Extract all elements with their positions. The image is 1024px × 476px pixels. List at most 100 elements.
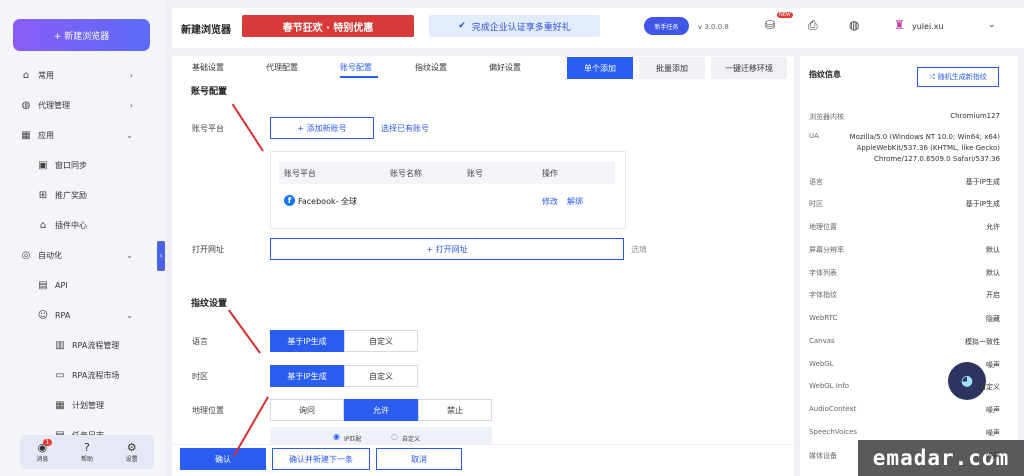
sidebar-item-11[interactable]: ▦ 计划管理 xyxy=(0,395,150,415)
platform-label: 账号平台 xyxy=(192,124,224,133)
chevron-icon: › xyxy=(129,70,133,80)
fingerprint-key: WebGL Info xyxy=(809,382,850,390)
sidebar-item-label: 推广奖励 xyxy=(55,190,87,200)
open-url-button[interactable]: + 打开网址 xyxy=(270,238,624,260)
settings-button[interactable]: ⚙ 设置 xyxy=(125,440,138,463)
bottom-label: 消息 xyxy=(36,455,49,463)
radio-ip-match[interactable]: ◉ xyxy=(333,432,340,441)
help-button[interactable]: ? 帮助 xyxy=(80,440,93,463)
sidebar-item-2[interactable]: ▦ 应用 ⌄ xyxy=(0,125,150,145)
message-button[interactable]: ◉ 1 消息 xyxy=(36,438,53,463)
sidebar-item-label: 计划管理 xyxy=(72,400,104,410)
radio-custom[interactable]: ○ xyxy=(391,432,398,441)
timezone-label: 时区 xyxy=(192,372,208,381)
promo-banner-enterprise[interactable]: ✔ 完成企业认证享多重好礼 xyxy=(429,15,600,37)
settings-icon: ⚙ xyxy=(126,440,137,454)
geo-ask-option[interactable]: 询问 xyxy=(270,399,344,421)
avatar[interactable]: ♜ xyxy=(894,18,905,32)
language-custom-option[interactable]: 自定义 xyxy=(344,330,418,352)
sidebar-item-label: RPA流程市场 xyxy=(72,370,120,380)
sidebar-item-8[interactable]: ☺ RPA ⌄ xyxy=(0,305,150,325)
new-badge: NEW xyxy=(777,12,793,18)
cancel-button[interactable]: 取消 xyxy=(376,448,462,470)
sidebar-item-3[interactable]: ▣ 窗口同步 xyxy=(0,155,150,175)
flow-manage-icon: ▥ xyxy=(55,339,65,351)
open-url-label: 打开网址 xyxy=(192,245,224,254)
sidebar-item-10[interactable]: ▭ RPA流程市场 xyxy=(0,365,150,385)
confirm-and-new-button[interactable]: 确认并新建下一条 xyxy=(272,448,370,470)
fingerprint-key: SpeechVoices xyxy=(809,428,858,436)
sidebar-item-label: RPA xyxy=(55,310,71,320)
fingerprint-key: Canvas xyxy=(809,337,835,345)
sidebar-bottom-bar: ◉ 1 消息? 帮助 ⚙ 设置 xyxy=(20,435,154,469)
header-account-name: 账号名称 xyxy=(390,169,422,178)
table-header xyxy=(279,162,615,184)
select-existing-account-link[interactable]: 选择已有账号 xyxy=(381,123,429,134)
window-sync-icon: ▣ xyxy=(38,159,48,171)
fingerprint-value: 基于IP生成 xyxy=(965,178,1000,186)
plan-icon: ▦ xyxy=(55,399,65,411)
tab-3[interactable]: 指纹设置 xyxy=(415,62,447,73)
tab-2[interactable]: 账号配置 xyxy=(340,62,372,73)
edit-account-link[interactable]: 修改 xyxy=(542,196,558,207)
globe-icon: ◍ xyxy=(21,99,31,111)
chevron-icon: ⌄ xyxy=(126,310,133,320)
chevron-down-icon[interactable]: ⌄ xyxy=(988,20,996,30)
fingerprint-key: 浏览器内核 xyxy=(809,113,844,121)
sidebar-item-1[interactable]: ◍ 代理管理 › xyxy=(0,95,150,115)
bottom-label: 设置 xyxy=(125,455,138,463)
facebook-icon: f xyxy=(284,195,295,206)
document-icon[interactable]: ⎙ xyxy=(808,18,818,33)
tab-1[interactable]: 代理配置 xyxy=(266,62,298,73)
sidebar: + 新建浏览器 ⌂ 常用 › ◍ 代理管理 › ▦ 应用 ⌄ ▣ 窗口同步 ⊞ 推广奖励 ⌂ 插件中心 ◎ 自动… xyxy=(0,0,165,476)
confirm-button[interactable]: 确认 xyxy=(180,448,266,470)
add-mode-2[interactable]: 一键迁移环境 xyxy=(711,57,787,79)
grid-icon: ▦ xyxy=(21,129,31,141)
fingerprint-value: 模拟一致性 xyxy=(965,338,1000,346)
sidebar-item-label: 窗口同步 xyxy=(55,160,87,170)
sidebar-item-5[interactable]: ⌂ 插件中心 xyxy=(0,215,150,235)
fingerprint-key: UA xyxy=(809,132,819,140)
geo-block-option[interactable]: 禁止 xyxy=(418,399,492,421)
promo-banner-festival[interactable]: 春节狂欢 · 特别优惠 xyxy=(242,15,414,37)
api-icon: ▤ xyxy=(38,279,48,291)
timezone-custom-option[interactable]: 自定义 xyxy=(344,365,418,387)
gift-icon[interactable]: ⛁ xyxy=(765,18,775,32)
random-fingerprint-button[interactable]: ⤮ 随机生成新指纹 xyxy=(917,67,999,87)
geo-allow-option[interactable]: 允许 xyxy=(344,399,418,421)
fingerprint-value: Mozilla/5.0 (Windows NT 10.0; Win64; x64… xyxy=(849,133,1000,163)
unbind-account-link[interactable]: 解绑 xyxy=(567,196,583,207)
sidebar-item-0[interactable]: ⌂ 常用 › xyxy=(0,65,150,85)
sidebar-item-label: 自动化 xyxy=(38,250,62,260)
newbie-task-badge[interactable]: 新手任务 xyxy=(644,17,689,35)
sidebar-item-9[interactable]: ▥ RPA流程管理 xyxy=(0,335,150,355)
sidebar-item-4[interactable]: ⊞ 推广奖励 xyxy=(0,185,150,205)
promo-banner-enterprise-text: 完成企业认证享多重好礼 xyxy=(471,22,571,33)
sidebar-item-7[interactable]: ▤ API xyxy=(0,275,150,295)
market-icon: ▭ xyxy=(55,369,65,381)
robot-icon: ☺ xyxy=(37,309,49,321)
fingerprint-value: 噪声 xyxy=(986,361,1000,369)
add-account-button[interactable]: + 添加新账号 xyxy=(270,117,374,139)
fingerprint-key: AudioContext xyxy=(809,405,857,413)
new-browser-button[interactable]: + 新建浏览器 xyxy=(13,19,150,51)
tab-0[interactable]: 基础设置 xyxy=(192,62,224,73)
sidebar-item-6[interactable]: ◎ 自动化 ⌄ xyxy=(0,245,150,265)
add-mode-0[interactable]: 单个添加 xyxy=(567,57,633,79)
collapse-sidebar-button[interactable]: ‹ xyxy=(157,241,165,271)
username[interactable]: yulei.xu xyxy=(912,22,944,31)
assistant-bot-icon[interactable]: ◕ xyxy=(948,362,986,400)
add-mode-1[interactable]: 批量添加 xyxy=(639,57,705,79)
fingerprint-key: WebRTC xyxy=(809,314,838,322)
header-account: 账号 xyxy=(467,169,483,178)
help-icon: ? xyxy=(84,440,90,454)
bottom-label: 帮助 xyxy=(80,455,93,463)
chevron-icon: ⌄ xyxy=(126,130,133,140)
language-ip-option[interactable]: 基于IP生成 xyxy=(270,330,344,352)
timezone-ip-option[interactable]: 基于IP生成 xyxy=(270,365,344,387)
tab-4[interactable]: 偏好设置 xyxy=(489,62,521,73)
globe-icon[interactable]: ◍ xyxy=(849,18,859,32)
chevron-icon: ⌄ xyxy=(126,250,133,260)
fingerprint-key: 时区 xyxy=(809,200,823,208)
fingerprint-key: 字体指纹 xyxy=(809,291,837,299)
